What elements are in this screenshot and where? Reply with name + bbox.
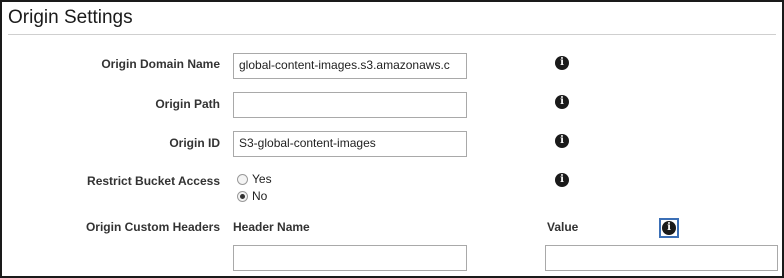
origin-id-label: Origin ID xyxy=(169,136,220,150)
value-column-label: Value xyxy=(547,220,579,234)
restrict-bucket-no-label: No xyxy=(252,189,268,203)
origin-path-label: Origin Path xyxy=(155,97,220,111)
origin-path-info-icon[interactable]: i xyxy=(555,95,569,109)
header-value-input[interactable] xyxy=(545,245,778,271)
origin-domain-name-label: Origin Domain Name xyxy=(101,57,220,71)
section-title: Origin Settings xyxy=(8,7,133,28)
origin-path-input[interactable] xyxy=(233,92,467,118)
restrict-bucket-access-info-icon[interactable]: i xyxy=(555,173,569,187)
restrict-bucket-yes-option[interactable]: Yes xyxy=(237,172,272,186)
restrict-bucket-access-label: Restrict Bucket Access xyxy=(87,174,220,188)
origin-id-input[interactable]: S3-global-content-images xyxy=(233,131,467,157)
origin-custom-headers-label: Origin Custom Headers xyxy=(85,220,220,234)
origin-settings-panel: Origin Settings Origin Domain Name globa… xyxy=(0,0,784,278)
custom-headers-info-icon-wrapper[interactable]: i xyxy=(659,218,679,238)
origin-domain-name-input[interactable]: global-content-images.s3.amazonaws.c xyxy=(233,53,467,79)
section-divider xyxy=(8,34,776,35)
origin-domain-name-info-icon[interactable]: i xyxy=(555,56,569,70)
origin-id-info-icon[interactable]: i xyxy=(555,134,569,148)
restrict-bucket-no-option[interactable]: No xyxy=(237,189,267,203)
header-name-input[interactable] xyxy=(233,245,467,271)
header-name-column-label: Header Name xyxy=(233,220,310,234)
restrict-bucket-yes-radio[interactable] xyxy=(237,173,248,185)
restrict-bucket-yes-label: Yes xyxy=(252,172,272,186)
restrict-bucket-no-radio[interactable] xyxy=(237,190,248,202)
custom-headers-info-icon[interactable]: i xyxy=(662,221,676,235)
